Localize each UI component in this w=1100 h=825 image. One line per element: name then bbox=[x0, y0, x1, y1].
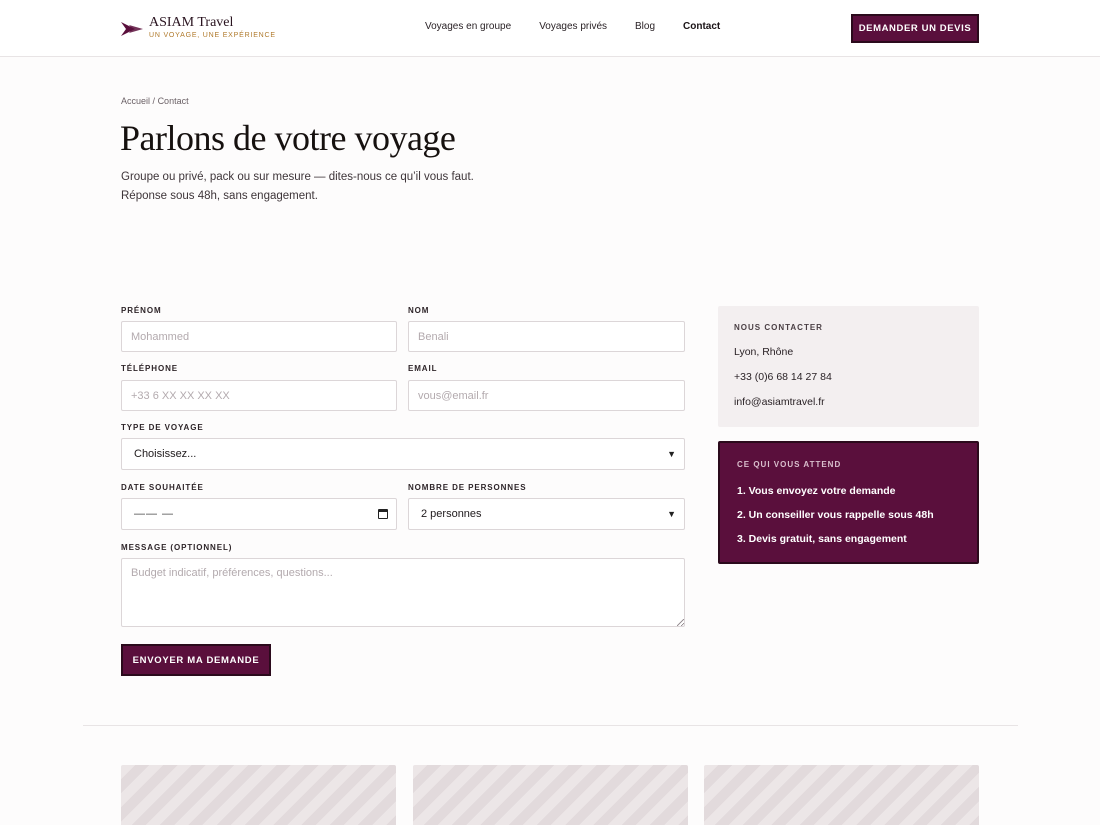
brand-tagline: UN VOYAGE, UNE EXPÉRIENCE bbox=[149, 32, 276, 39]
breadcrumb: Accueil / Contact bbox=[121, 96, 189, 106]
nav-link-blog[interactable]: Blog bbox=[635, 20, 655, 34]
request-quote-button[interactable]: DEMANDER UN DEVIS bbox=[851, 14, 979, 43]
phone-input[interactable] bbox=[121, 380, 397, 411]
image-placeholder-tile bbox=[121, 765, 396, 825]
people-select[interactable]: 2 personnes ▼ bbox=[408, 498, 685, 530]
trip-type-select[interactable]: Choisissez... ▼ bbox=[121, 438, 685, 470]
nav-link-contact[interactable]: Contact bbox=[683, 20, 720, 34]
site-header: ASIAM Travel UN VOYAGE, UNE EXPÉRIENCE V… bbox=[0, 0, 1100, 57]
step-item: 2. Un conseiller vous rappelle sous 48h bbox=[737, 509, 934, 521]
main-nav: Voyages en groupe Voyages privés Blog Co… bbox=[425, 20, 720, 34]
steps-card-heading: CE QUI VOUS ATTEND bbox=[737, 460, 842, 469]
page-title: Parlons de votre voyage bbox=[120, 118, 456, 158]
chevron-down-icon: ▼ bbox=[667, 509, 676, 519]
nav-link-group-trips[interactable]: Voyages en groupe bbox=[425, 20, 511, 34]
contact-info-card: NOUS CONTACTER Lyon, Rhône +33 (0)6 68 1… bbox=[718, 306, 979, 427]
trip-type-value: Choisissez... bbox=[134, 448, 197, 460]
image-placeholder-tile bbox=[704, 765, 979, 825]
lastname-label: NOM bbox=[408, 306, 430, 315]
breadcrumb-current: Contact bbox=[157, 96, 189, 106]
firstname-input[interactable] bbox=[121, 321, 397, 352]
nav-link-private-trips[interactable]: Voyages privés bbox=[539, 20, 607, 34]
contact-phone[interactable]: +33 (0)6 68 14 27 84 bbox=[734, 371, 832, 383]
date-label: DATE SOUHAITÉE bbox=[121, 483, 204, 492]
message-textarea[interactable] bbox=[121, 558, 685, 627]
contact-location: Lyon, Rhône bbox=[734, 346, 794, 358]
chevron-down-icon: ▼ bbox=[667, 449, 676, 459]
image-placeholder-tile bbox=[413, 765, 688, 825]
email-input[interactable] bbox=[408, 380, 685, 411]
submit-button[interactable]: ENVOYER MA DEMANDE bbox=[121, 644, 271, 676]
step-item: 1. Vous envoyez votre demande bbox=[737, 485, 896, 497]
lastname-input[interactable] bbox=[408, 321, 685, 352]
people-value: 2 personnes bbox=[421, 508, 482, 520]
message-label: MESSAGE (OPTIONNEL) bbox=[121, 543, 233, 552]
date-input[interactable]: —— — bbox=[121, 498, 397, 530]
brand-name: ASIAM Travel bbox=[149, 15, 234, 30]
calendar-icon[interactable] bbox=[378, 509, 388, 519]
step-item: 3. Devis gratuit, sans engagement bbox=[737, 533, 907, 545]
breadcrumb-home[interactable]: Accueil bbox=[121, 96, 150, 106]
page-intro: Groupe ou privé, pack ou sur mesure — di… bbox=[121, 171, 474, 202]
logo[interactable]: ASIAM Travel UN VOYAGE, UNE EXPÉRIENCE bbox=[121, 16, 276, 41]
phone-label: TÉLÉPHONE bbox=[121, 364, 178, 373]
section-divider bbox=[83, 725, 1018, 726]
date-value: —— — bbox=[134, 508, 175, 520]
resize-handle-icon[interactable] bbox=[677, 619, 684, 626]
next-steps-card: CE QUI VOUS ATTEND 1. Vous envoyez votre… bbox=[718, 441, 979, 564]
breadcrumb-separator: / bbox=[152, 96, 156, 106]
logo-bird-icon bbox=[121, 21, 143, 36]
email-label: EMAIL bbox=[408, 364, 438, 373]
people-label: NOMBRE DE PERSONNES bbox=[408, 483, 527, 492]
firstname-label: PRÉNOM bbox=[121, 306, 162, 315]
contact-card-heading: NOUS CONTACTER bbox=[734, 323, 823, 332]
trip-type-label: TYPE DE VOYAGE bbox=[121, 423, 204, 432]
contact-email[interactable]: info@asiamtravel.fr bbox=[734, 396, 825, 408]
